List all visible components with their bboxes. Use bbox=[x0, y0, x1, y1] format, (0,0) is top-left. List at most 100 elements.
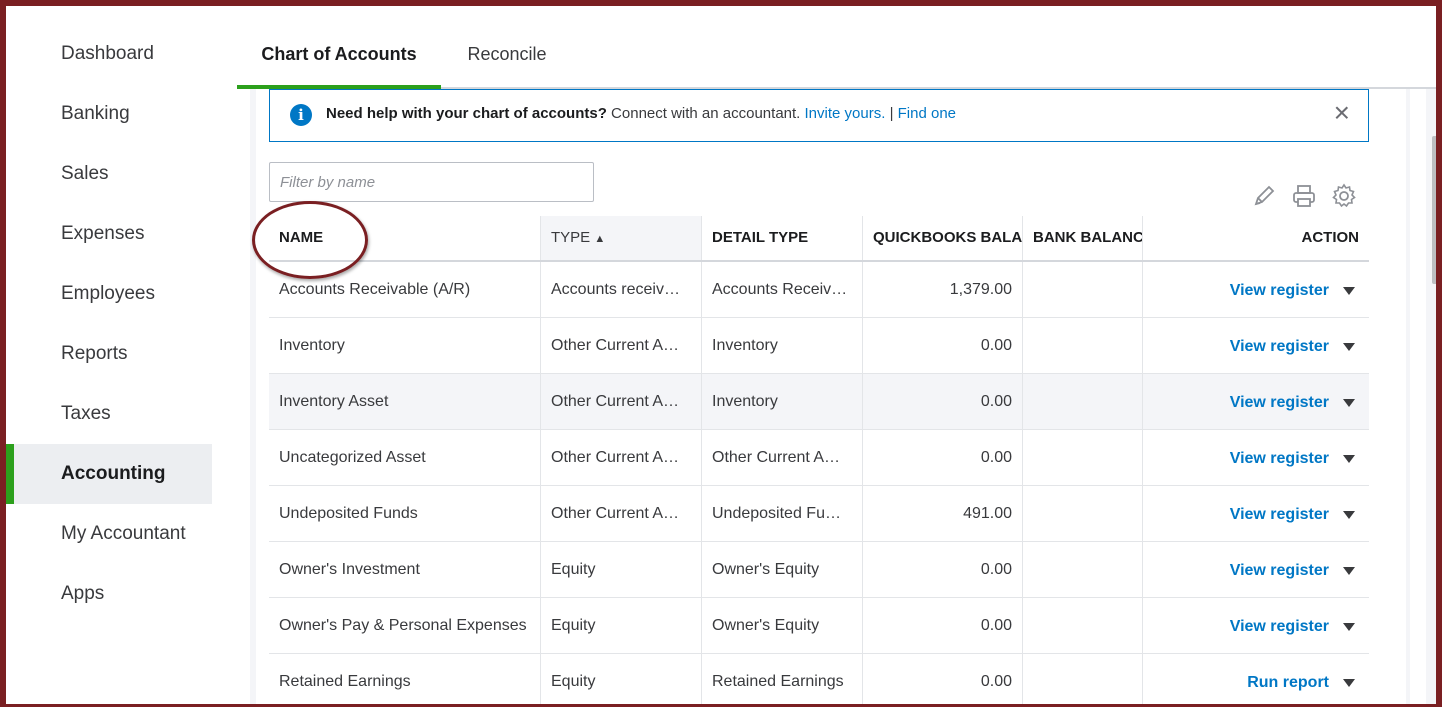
cell-bank-balance bbox=[1023, 542, 1143, 597]
dropdown-caret-icon[interactable] bbox=[1343, 678, 1355, 687]
sidebar: Dashboard Banking Sales Expenses Employe… bbox=[6, 6, 218, 704]
dropdown-caret-icon[interactable] bbox=[1343, 398, 1355, 407]
sidebar-item-sales[interactable]: Sales bbox=[6, 144, 212, 204]
action-cell: View register bbox=[1143, 486, 1369, 541]
table-header-row: NAME TYPE ▲ DETAIL TYPE QUICKBOOKS BALA … bbox=[269, 216, 1369, 262]
cell-name: Accounts Receivable (A/R) bbox=[269, 262, 541, 317]
cell-name: Inventory Asset bbox=[269, 374, 541, 429]
sort-ascending-icon: ▲ bbox=[594, 233, 606, 245]
sidebar-item-expenses[interactable]: Expenses bbox=[6, 204, 212, 264]
cell-name: Inventory bbox=[269, 318, 541, 373]
cell-name: Retained Earnings bbox=[269, 654, 541, 704]
cell-detail-type: Owner's Equity bbox=[702, 542, 863, 597]
table-row[interactable]: Owner's Investment Equity Owner's Equity 0.… bbox=[269, 542, 1369, 598]
sidebar-item-my-accountant[interactable]: My Accountant bbox=[6, 504, 212, 564]
action-cell: View register bbox=[1143, 542, 1369, 597]
cell-name: Uncategorized Asset bbox=[269, 430, 541, 485]
dropdown-caret-icon[interactable] bbox=[1343, 286, 1355, 295]
cell-type: Equity bbox=[541, 598, 702, 653]
action-link[interactable]: View register bbox=[1230, 506, 1329, 523]
column-header-bank-balance[interactable]: BANK BALANC bbox=[1023, 216, 1143, 260]
sidebar-item-apps[interactable]: Apps bbox=[6, 564, 212, 624]
dropdown-caret-icon[interactable] bbox=[1343, 566, 1355, 575]
cell-detail-type: Inventory bbox=[702, 374, 863, 429]
tab-chart-of-accounts[interactable]: Chart of Accounts bbox=[237, 6, 441, 89]
action-cell: View register bbox=[1143, 598, 1369, 653]
pencil-icon[interactable] bbox=[1250, 182, 1278, 210]
column-header-detail-type[interactable]: DETAIL TYPE bbox=[702, 216, 863, 260]
table-row[interactable]: Owner's Pay & Personal Expenses Equity Own… bbox=[269, 598, 1369, 654]
action-link[interactable]: Run report bbox=[1247, 674, 1329, 691]
cell-bank-balance bbox=[1023, 318, 1143, 373]
dropdown-caret-icon[interactable] bbox=[1343, 510, 1355, 519]
cell-detail-type: Retained Earnings bbox=[702, 654, 863, 704]
sidebar-item-reports[interactable]: Reports bbox=[6, 324, 212, 384]
column-header-type[interactable]: TYPE ▲ bbox=[541, 216, 702, 260]
cell-type: Equity bbox=[541, 654, 702, 704]
help-banner: i Need help with your chart of accounts?… bbox=[269, 89, 1369, 142]
column-header-action: ACTION bbox=[1301, 229, 1360, 246]
cell-bank-balance bbox=[1023, 598, 1143, 653]
action-cell: Run report bbox=[1143, 654, 1369, 704]
screenshot-frame: Dashboard Banking Sales Expenses Employe… bbox=[0, 0, 1442, 707]
cell-bank-balance bbox=[1023, 486, 1143, 541]
cell-name: Owner's Pay & Personal Expenses bbox=[269, 598, 541, 653]
gear-icon[interactable] bbox=[1330, 182, 1358, 210]
table-row[interactable]: Retained Earnings Equity Retained Earnings… bbox=[269, 654, 1369, 704]
close-icon[interactable]: × bbox=[1334, 98, 1350, 128]
action-link[interactable]: View register bbox=[1230, 562, 1329, 579]
action-link[interactable]: View register bbox=[1230, 338, 1329, 355]
column-header-name[interactable]: NAME bbox=[269, 216, 541, 260]
banner-text: Need help with your chart of accounts? C… bbox=[326, 105, 956, 122]
sidebar-item-banking[interactable]: Banking bbox=[6, 84, 212, 144]
printer-icon[interactable] bbox=[1290, 182, 1318, 210]
action-cell: View register bbox=[1143, 374, 1369, 429]
action-link[interactable]: View register bbox=[1230, 450, 1329, 467]
tab-reconcile[interactable]: Reconcile bbox=[457, 6, 557, 87]
cell-quickbooks-balance: 0.00 bbox=[863, 654, 1023, 704]
cell-type: Equity bbox=[541, 542, 702, 597]
action-cell: View register bbox=[1143, 318, 1369, 373]
dropdown-caret-icon[interactable] bbox=[1343, 622, 1355, 631]
cell-detail-type: Owner's Equity bbox=[702, 598, 863, 653]
cell-detail-type: Undeposited Fu… bbox=[702, 486, 863, 541]
cell-detail-type: Other Current A… bbox=[702, 430, 863, 485]
banner-bold-text: Need help with your chart of accounts? bbox=[326, 105, 607, 122]
cell-bank-balance bbox=[1023, 374, 1143, 429]
cell-bank-balance bbox=[1023, 430, 1143, 485]
table-row[interactable]: Uncategorized Asset Other Current A… Other… bbox=[269, 430, 1369, 486]
action-link[interactable]: View register bbox=[1230, 618, 1329, 635]
cell-quickbooks-balance: 0.00 bbox=[863, 598, 1023, 653]
column-header-quickbooks-balance[interactable]: QUICKBOOKS BALA bbox=[863, 216, 1023, 260]
tab-bar: Chart of Accounts Reconcile bbox=[237, 6, 1436, 89]
sidebar-item-accounting[interactable]: Accounting bbox=[6, 444, 212, 504]
sidebar-item-employees[interactable]: Employees bbox=[6, 264, 212, 324]
cell-quickbooks-balance: 0.00 bbox=[863, 318, 1023, 373]
cell-quickbooks-balance: 1,379.00 bbox=[863, 262, 1023, 317]
filter-by-name-input[interactable] bbox=[269, 162, 594, 202]
table-row[interactable]: Inventory Asset Other Current A… Inventory… bbox=[269, 374, 1369, 430]
sidebar-item-dashboard[interactable]: Dashboard bbox=[6, 24, 212, 84]
dropdown-caret-icon[interactable] bbox=[1343, 454, 1355, 463]
table-row[interactable]: Inventory Other Current A… Inventory 0.00 Vi… bbox=[269, 318, 1369, 374]
dropdown-caret-icon[interactable] bbox=[1343, 342, 1355, 351]
cell-detail-type: Inventory bbox=[702, 318, 863, 373]
action-cell: View register bbox=[1143, 262, 1369, 317]
banner-separator: | bbox=[889, 105, 894, 122]
find-one-link[interactable]: Find one bbox=[898, 105, 956, 122]
action-link[interactable]: View register bbox=[1230, 282, 1329, 299]
table-row[interactable]: Accounts Receivable (A/R) Accounts receiv… bbox=[269, 262, 1369, 318]
cell-name: Owner's Investment bbox=[269, 542, 541, 597]
table-row[interactable]: Undeposited Funds Other Current A… Undepos… bbox=[269, 486, 1369, 542]
cell-quickbooks-balance: 0.00 bbox=[863, 542, 1023, 597]
action-link[interactable]: View register bbox=[1230, 394, 1329, 411]
cell-type: Other Current A… bbox=[541, 486, 702, 541]
cell-name: Undeposited Funds bbox=[269, 486, 541, 541]
cell-detail-type: Accounts Receiv… bbox=[702, 262, 863, 317]
cell-bank-balance bbox=[1023, 654, 1143, 704]
cell-type: Other Current A… bbox=[541, 430, 702, 485]
cell-type: Other Current A… bbox=[541, 374, 702, 429]
sidebar-item-taxes[interactable]: Taxes bbox=[6, 384, 212, 444]
invite-yours-link[interactable]: Invite yours. bbox=[805, 105, 886, 122]
scrollbar-thumb[interactable] bbox=[1432, 136, 1436, 284]
